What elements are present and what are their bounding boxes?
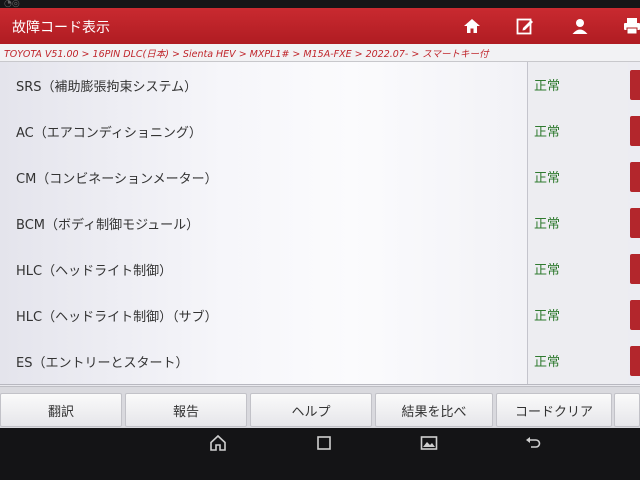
row-action-button[interactable]: [630, 208, 640, 238]
status-cell: 正常: [527, 338, 628, 384]
system-name: HLC（ヘッドライト制御）（サブ）: [16, 310, 218, 325]
system-row-es[interactable]: ES（エントリーとスタート） 正常: [0, 338, 640, 385]
user-icon[interactable]: [570, 17, 590, 35]
status-label: 正常: [534, 125, 561, 140]
system-name: BCM（ボディ制御モジュール）: [16, 218, 200, 233]
translate-button[interactable]: 翻訳: [0, 393, 122, 427]
help-button[interactable]: ヘルプ: [250, 393, 372, 427]
status-label: 正常: [534, 263, 561, 278]
system-row-srs[interactable]: SRS（補助膨張拘束システム） 正常: [0, 62, 640, 109]
title-bar: 故障コード表示: [0, 8, 640, 44]
row-action-button[interactable]: [630, 70, 640, 100]
overview-nav-icon[interactable]: [309, 428, 339, 458]
system-name: HLC（ヘッドライト制御）: [16, 264, 173, 279]
status-label: 正常: [534, 217, 561, 232]
system-row-hlc[interactable]: HLC（ヘッドライト制御） 正常: [0, 246, 640, 293]
status-label: 正常: [534, 355, 561, 370]
status-label: 正常: [534, 171, 561, 186]
app-screen: 故障コード表示 TOYOTA V51.00 > 16PIN DLC(日本) > …: [0, 8, 640, 428]
system-row-ac[interactable]: AC（エアコンディショニング） 正常: [0, 108, 640, 155]
printer-icon[interactable]: [622, 17, 640, 35]
report-button[interactable]: 報告: [125, 393, 247, 427]
back-nav-icon[interactable]: [518, 428, 548, 458]
system-name: ES（エントリーとスタート）: [16, 356, 189, 371]
system-row-bcm[interactable]: BCM（ボディ制御モジュール） 正常: [0, 200, 640, 247]
home-icon[interactable]: [462, 17, 482, 35]
breadcrumb-bar: TOYOTA V51.00 > 16PIN DLC(日本) > Sienta H…: [0, 44, 640, 62]
gallery-nav-icon[interactable]: [414, 428, 444, 458]
home-nav-icon[interactable]: [203, 428, 233, 458]
system-name: CM（コンビネーションメーター）: [16, 172, 218, 187]
system-name: AC（エアコンディショニング）: [16, 126, 202, 141]
status-label: 正常: [534, 79, 561, 94]
row-action-button[interactable]: [630, 162, 640, 192]
row-action-button[interactable]: [630, 300, 640, 330]
page-title: 故障コード表示: [12, 20, 110, 36]
system-row-cm[interactable]: CM（コンビネーションメーター） 正常: [0, 154, 640, 201]
status-cell: 正常: [527, 200, 628, 246]
system-name: SRS（補助膨張拘束システム）: [16, 80, 198, 95]
row-action-button[interactable]: [630, 346, 640, 376]
row-action-button[interactable]: [630, 254, 640, 284]
edit-report-icon[interactable]: [515, 17, 535, 35]
android-nav-bar: [0, 428, 640, 480]
status-cell: 正常: [527, 108, 628, 154]
function-bar: 翻訳 報告 ヘルプ 結果を比べ コードクリア: [0, 386, 640, 428]
status-label: 正常: [534, 309, 561, 324]
status-cell: 正常: [527, 154, 628, 200]
more-button[interactable]: [614, 393, 640, 427]
breadcrumb: TOYOTA V51.00 > 16PIN DLC(日本) > Sienta H…: [4, 49, 489, 60]
status-cell: 正常: [527, 292, 628, 338]
status-cell: 正常: [527, 246, 628, 292]
status-cell: 正常: [527, 62, 628, 108]
compare-results-button[interactable]: 結果を比べ: [375, 393, 493, 427]
system-row-hlc-sub[interactable]: HLC（ヘッドライト制御）（サブ） 正常: [0, 292, 640, 339]
clear-codes-button[interactable]: コードクリア: [496, 393, 612, 427]
row-action-button[interactable]: [630, 116, 640, 146]
